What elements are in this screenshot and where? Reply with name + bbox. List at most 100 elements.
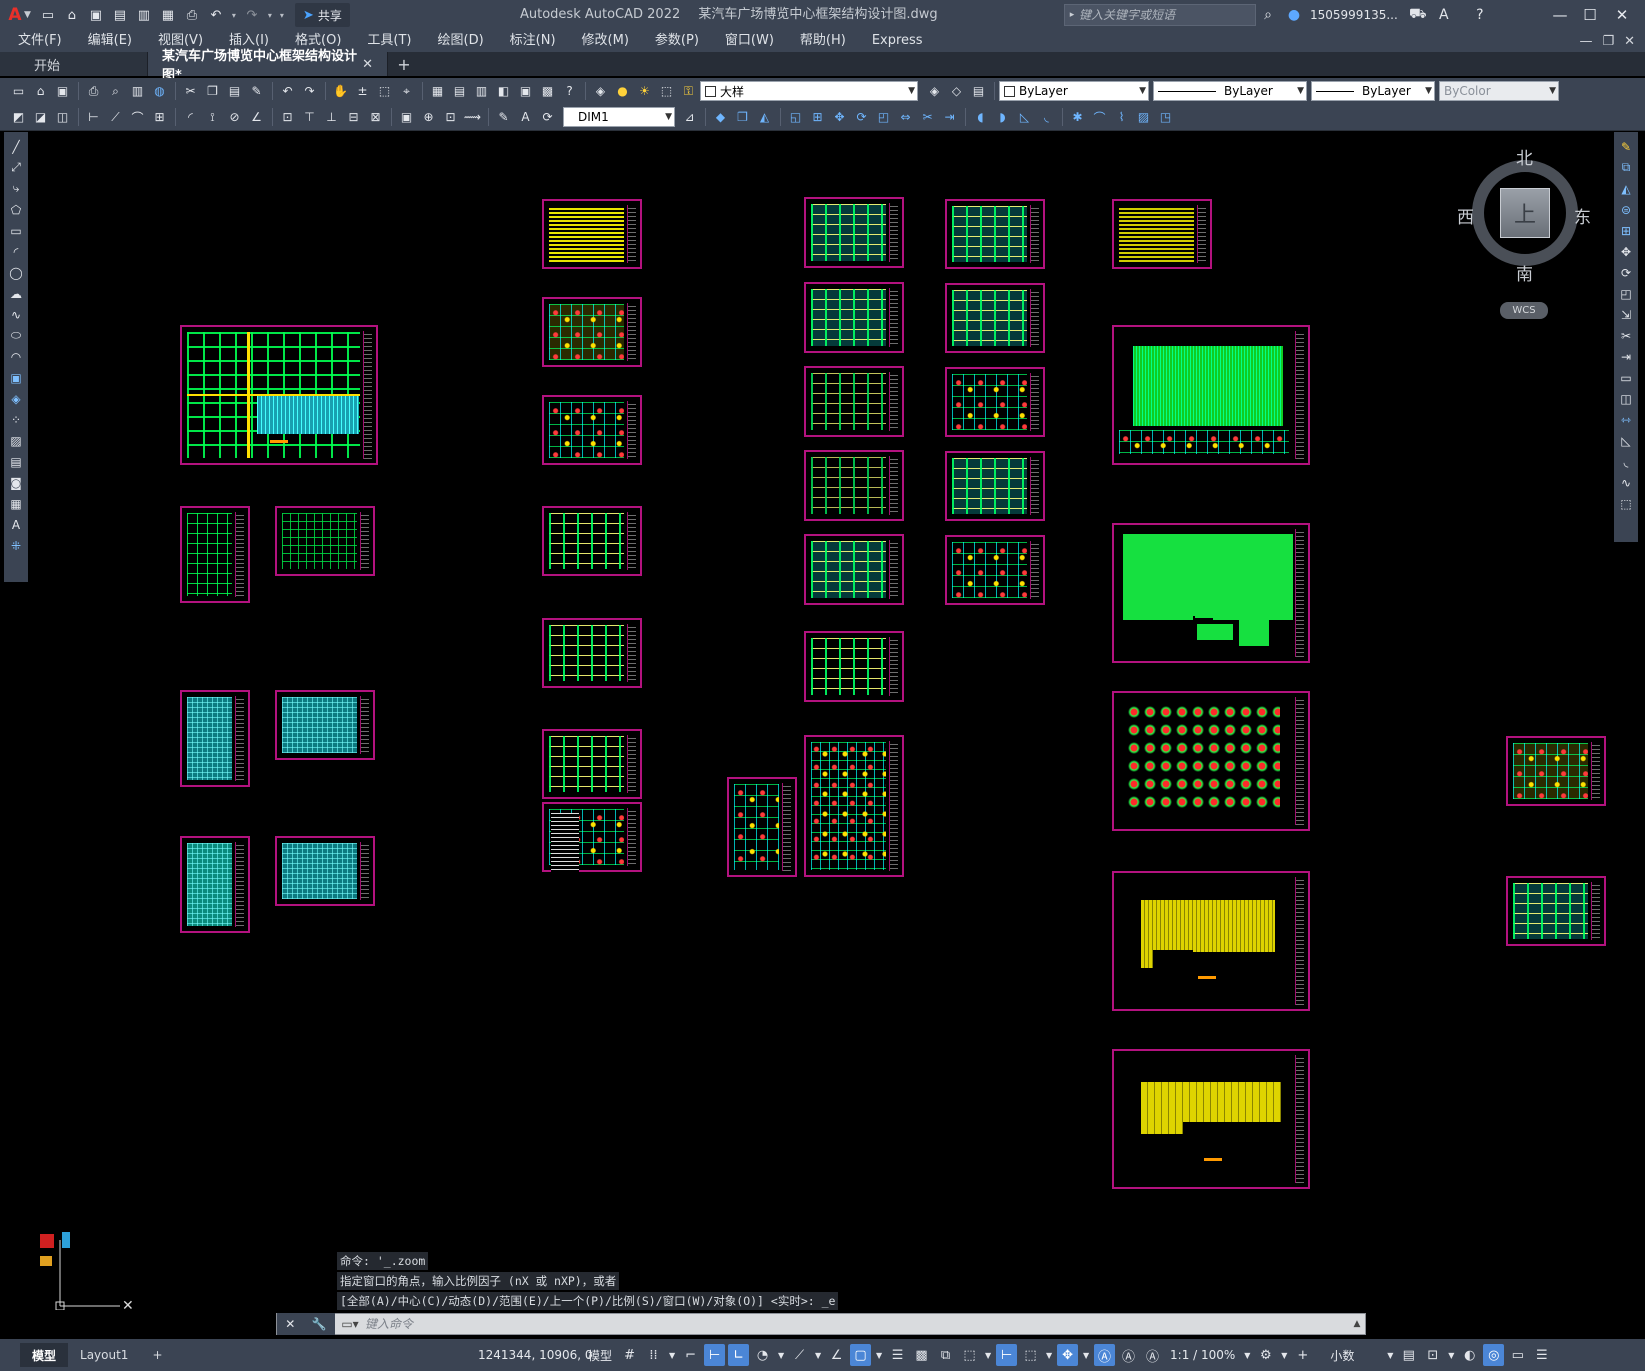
ordinate-dim-icon[interactable]: ⊞ [149, 107, 170, 128]
quick-select-icon[interactable]: ◩ [8, 107, 29, 128]
hatch-icon[interactable]: ▨ [6, 430, 26, 451]
zoom-previous-icon[interactable]: ⌖ [396, 81, 417, 102]
linetype-dropdown[interactable]: ByLayer ▼ [1153, 81, 1307, 101]
drawing-sheet[interactable] [542, 802, 642, 873]
menu-express[interactable]: Express [859, 30, 936, 52]
command-input[interactable] [365, 1314, 1349, 1334]
layer-dropdown[interactable]: 大样 ▼ [700, 81, 918, 101]
share-button[interactable]: ➤ 共享 [294, 3, 350, 27]
drawing-sheet[interactable] [180, 836, 250, 933]
annotation-visibility-icon[interactable]: Ⓐ [1094, 1344, 1116, 1366]
dim-edit-icon[interactable]: ✎ [493, 107, 514, 128]
menu-tools[interactable]: 工具(T) [354, 30, 424, 52]
polygon-icon[interactable]: ⬠ [6, 199, 26, 220]
gizmo-icon[interactable]: ✥ [1057, 1344, 1079, 1366]
add-selected-icon[interactable]: ⁜ [6, 535, 26, 556]
drawing-sheet[interactable] [1506, 876, 1606, 946]
save-as-icon[interactable]: ▤ [109, 4, 131, 26]
menu-dimension[interactable]: 标注(N) [497, 30, 569, 52]
layer-iso-icon[interactable]: ◫ [52, 107, 73, 128]
drawing-sheet[interactable] [945, 199, 1045, 269]
fillet-icon[interactable]: ◟ [1036, 107, 1057, 128]
zoom-realtime-icon[interactable]: ± [352, 81, 373, 102]
rotate-icon[interactable]: ⟳ [851, 107, 872, 128]
units-dropdown-icon[interactable]: ▼ [1385, 1344, 1395, 1366]
drawing-sheet[interactable] [275, 506, 375, 576]
scale-dropdown-icon[interactable]: ▼ [1242, 1344, 1252, 1366]
command-close-icon[interactable]: ✕ [285, 1317, 295, 1331]
3d-osnap-dropdown-icon[interactable]: ▼ [983, 1344, 993, 1366]
doc-restore-icon[interactable]: ❐ [1602, 34, 1614, 49]
gradient-icon[interactable]: ▤ [6, 451, 26, 472]
color-dropdown[interactable]: ByLayer ▼ [999, 81, 1149, 101]
compass-north[interactable]: 北 [1516, 144, 1533, 169]
compass-south[interactable]: 南 [1516, 260, 1533, 285]
workspace-gear-icon[interactable]: ⚙ [1255, 1344, 1276, 1366]
layer-properties-icon[interactable]: ◈ [590, 81, 611, 102]
dim-style-manager-icon[interactable]: ⊿ [679, 107, 700, 128]
move-icon[interactable]: ✥ [1616, 241, 1636, 262]
help-icon[interactable]: ? [1470, 7, 1490, 23]
polyline-icon[interactable]: ⤷ [6, 178, 26, 199]
drawing-sheet[interactable] [1112, 691, 1310, 831]
copy-object-icon[interactable]: ❐ [732, 107, 753, 128]
layer-thaw-icon[interactable]: ☀ [634, 81, 655, 102]
layer-states-icon[interactable]: ▤ [968, 81, 989, 102]
ellipse-icon[interactable]: ⬭ [6, 325, 26, 346]
drawing-sheet[interactable] [804, 450, 904, 521]
publish-icon[interactable]: ▥ [127, 81, 148, 102]
lock-dropdown-icon[interactable]: ▼ [1446, 1344, 1456, 1366]
publish-icon[interactable]: ▦ [157, 4, 179, 26]
undo-icon[interactable]: ↶ [205, 4, 227, 26]
menu-file[interactable]: 文件(F) [0, 30, 75, 52]
drawing-sheet[interactable] [275, 836, 375, 906]
customization-icon[interactable]: ☰ [1531, 1344, 1552, 1366]
layer-on-icon[interactable]: ● [612, 81, 633, 102]
point-icon[interactable]: ⁘ [6, 409, 26, 430]
region-icon[interactable]: ◙ [6, 472, 26, 493]
blend-icon[interactable]: ⌒ [1089, 107, 1110, 128]
scale-icon[interactable]: ◰ [873, 107, 894, 128]
menu-modify[interactable]: 修改(M) [569, 30, 642, 52]
baseline-dim-icon[interactable]: ⊤ [299, 107, 320, 128]
array-icon[interactable]: ⊞ [1616, 220, 1636, 241]
units-value[interactable]: 小数 [1326, 1347, 1382, 1364]
stretch-icon[interactable]: ⇲ [1616, 304, 1636, 325]
redo-icon[interactable]: ↷ [241, 4, 263, 26]
export-icon[interactable]: ▥ [133, 4, 155, 26]
plotstyle-dropdown[interactable]: ByColor ▼ [1439, 81, 1559, 101]
annotation-scale-value[interactable]: 1:1 / 100% [1166, 1348, 1239, 1362]
menu-edit[interactable]: 编辑(E) [75, 30, 145, 52]
line-icon[interactable]: ╱ [6, 136, 26, 157]
customize-qat-icon[interactable]: ▾ [277, 11, 287, 20]
join-icon[interactable]: ◗ [992, 107, 1013, 128]
application-menu-caret-icon[interactable]: ▼ [24, 10, 31, 20]
tab-close-icon[interactable]: ✕ [362, 57, 373, 72]
explode-icon[interactable]: ⬚ [1616, 493, 1636, 514]
scale-icon[interactable]: ◰ [1616, 283, 1636, 304]
quick-properties-icon[interactable]: ▤ [1398, 1344, 1419, 1366]
plot-icon[interactable]: ⎙ [83, 81, 104, 102]
osnap-dropdown-icon[interactable]: ▼ [874, 1344, 884, 1366]
drawing-sheet[interactable] [804, 366, 904, 437]
mirror-icon[interactable]: ◭ [1616, 178, 1636, 199]
drawing-sheet[interactable] [542, 729, 642, 799]
annotation-monitor-icon[interactable]: + [1292, 1344, 1313, 1366]
erase-pencil-icon[interactable]: ✎ [1616, 136, 1636, 157]
3d-osnap-icon[interactable]: ⬚ [959, 1344, 980, 1366]
construction-line-icon[interactable]: ⤢ [6, 157, 26, 178]
doc-close-icon[interactable]: ✕ [1624, 34, 1635, 49]
object-snap-tracking-icon[interactable]: ∠ [826, 1344, 847, 1366]
drawing-sheet[interactable] [945, 283, 1045, 353]
tab-model[interactable]: 模型 [20, 1343, 69, 1367]
isodraft-dropdown-icon[interactable]: ▼ [813, 1344, 823, 1366]
offset-icon[interactable]: ⊜ [1616, 199, 1636, 220]
workspace-dropdown-icon[interactable]: ▼ [1279, 1344, 1289, 1366]
quick-dim-icon[interactable]: ⊡ [277, 107, 298, 128]
drawing-sheet[interactable] [542, 199, 642, 269]
undo-icon[interactable]: ↶ [277, 81, 298, 102]
arc-icon[interactable]: ◜ [6, 241, 26, 262]
auto-scale-icon[interactable]: Ⓐ [1118, 1344, 1139, 1366]
design-center-icon[interactable]: ▤ [449, 81, 470, 102]
transparency-icon[interactable]: ▩ [911, 1344, 932, 1366]
